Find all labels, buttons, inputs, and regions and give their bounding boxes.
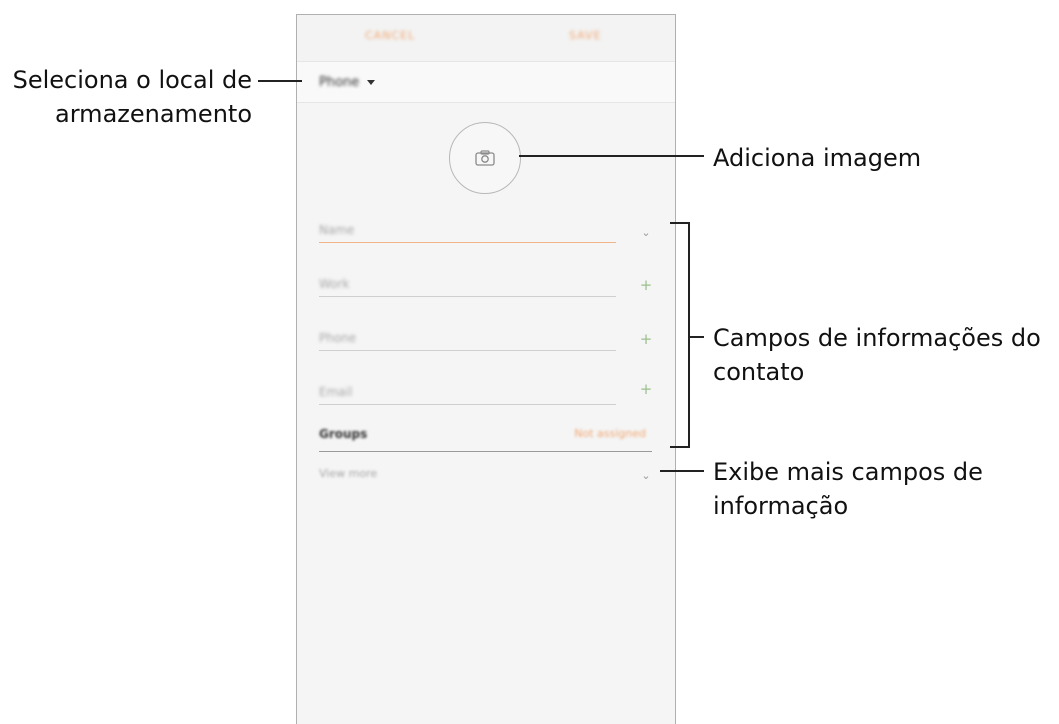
groups-value: Not assigned — [574, 427, 646, 440]
save-button[interactable]: SAVE — [569, 29, 601, 42]
cancel-button[interactable]: CANCEL — [365, 29, 415, 42]
phone-field[interactable]: Phone — [319, 329, 616, 351]
phone-field-placeholder: Phone — [319, 331, 357, 345]
dropdown-arrow-icon — [367, 80, 375, 85]
chevron-down-icon[interactable]: ⌄ — [637, 224, 655, 242]
camera-icon — [475, 150, 495, 166]
callout-storage-line1: Seleciona o local de — [12, 66, 252, 94]
work-field-underline — [319, 296, 616, 297]
plus-icon[interactable]: + — [637, 380, 655, 398]
callout-more-line1: Exibe mais campos de — [713, 458, 983, 486]
callout-more-line2: informação — [713, 492, 849, 520]
bracket-top — [670, 222, 690, 224]
phone-field-underline — [319, 350, 616, 351]
email-field[interactable]: Email — [319, 383, 616, 405]
storage-location-selector[interactable]: Phone — [297, 62, 675, 103]
view-more-row[interactable]: View more — [319, 465, 652, 487]
email-field-underline — [319, 404, 616, 405]
add-image-button[interactable] — [449, 122, 521, 194]
plus-icon[interactable]: + — [637, 276, 655, 294]
groups-label: Groups — [319, 427, 368, 441]
callout-image-leader — [519, 155, 704, 157]
callout-fields-line2: contato — [713, 358, 805, 386]
callout-storage-leader — [258, 80, 302, 82]
plus-icon[interactable]: + — [637, 330, 655, 348]
callout-fields-line1: Campos de informações do — [713, 324, 1041, 352]
name-field-placeholder: Name — [319, 223, 355, 237]
email-field-placeholder: Email — [319, 385, 353, 399]
callout-image: Adiciona imagem — [713, 144, 922, 172]
chevron-down-icon[interactable]: ⌄ — [637, 467, 655, 485]
callout-fields-leader — [690, 336, 704, 338]
name-field-underline — [319, 242, 616, 243]
name-field[interactable]: Name — [319, 221, 616, 243]
phone-screen: CANCEL SAVE Phone Name ⌄ Work + Phone + … — [296, 14, 676, 724]
top-action-bar: CANCEL SAVE — [297, 15, 675, 62]
callout-storage-line2: armazenamento — [55, 100, 252, 128]
work-field-placeholder: Work — [319, 277, 350, 291]
bracket-bottom — [670, 446, 690, 448]
callout-more-leader — [660, 470, 704, 472]
work-field[interactable]: Work — [319, 275, 616, 297]
view-more-label: View more — [319, 467, 378, 480]
bracket-vertical — [688, 222, 690, 448]
groups-row[interactable]: Groups Not assigned — [319, 421, 652, 452]
storage-location-label: Phone — [319, 75, 360, 90]
